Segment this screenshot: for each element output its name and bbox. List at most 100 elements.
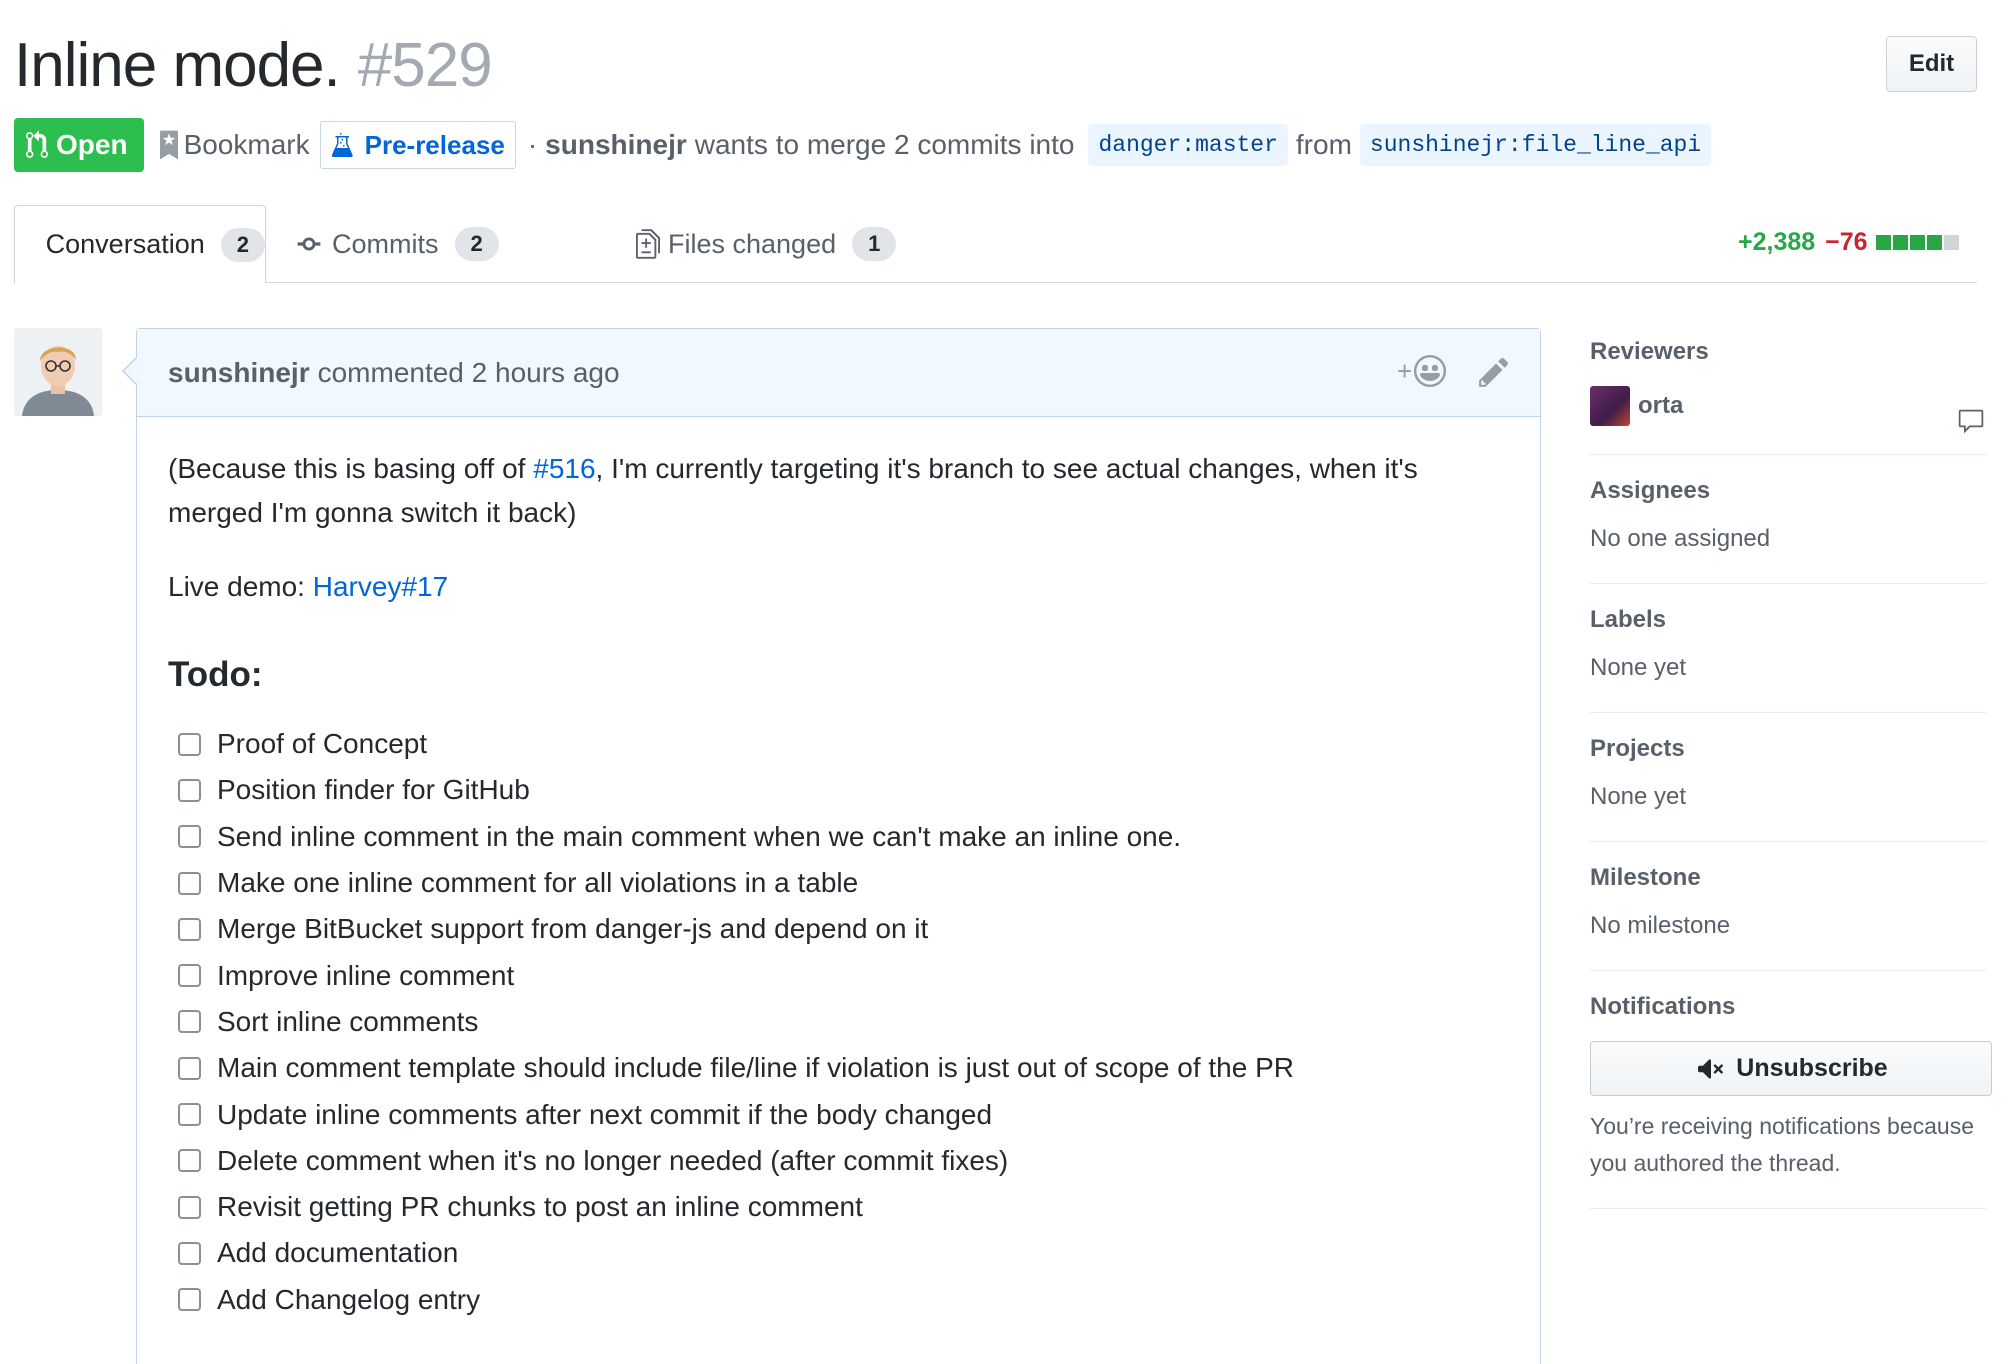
pr-title: Inline mode.: [14, 31, 341, 100]
labels-section: Labels None yet: [1590, 606, 1986, 713]
edit-comment-button[interactable]: [1479, 355, 1509, 396]
task-list-item: Add documentation: [168, 1230, 1509, 1276]
link-516[interactable]: #516: [533, 453, 595, 484]
edit-title-button[interactable]: Edit: [1886, 36, 1977, 92]
tab-commits[interactable]: Commits 2: [294, 205, 499, 283]
task-checkbox[interactable]: [178, 871, 201, 895]
task-checkbox[interactable]: [178, 1288, 201, 1312]
tab-conversation-count: 2: [220, 227, 265, 262]
base-branch[interactable]: danger:master: [1088, 124, 1288, 166]
task-checkbox[interactable]: [178, 1103, 201, 1127]
task-checkbox[interactable]: [178, 1010, 201, 1034]
comment-icon[interactable]: [1956, 408, 1986, 441]
author-avatar[interactable]: [14, 328, 102, 416]
task-checkbox[interactable]: [178, 1056, 201, 1080]
p1-text-before: (Because this is basing off of: [168, 453, 534, 484]
diffstat-blocks: [1875, 235, 1961, 250]
bookmark-label: Bookmark: [183, 129, 310, 160]
assignees-section: Assignees No one assigned: [1590, 477, 1986, 584]
comment-timestamp[interactable]: commented 2 hours ago: [318, 357, 620, 389]
task-checkbox[interactable]: [178, 732, 201, 756]
link-harvey-17[interactable]: Harvey#17: [313, 571, 448, 602]
task-checkbox[interactable]: [178, 1195, 201, 1219]
bookmark-button[interactable]: Bookmark: [159, 129, 310, 161]
comment-discussion-icon: [37, 244, 38, 245]
task-list-item: Main comment template should include fil…: [168, 1045, 1509, 1091]
pr-number: #529: [357, 31, 493, 100]
task-label: Proof of Concept: [217, 728, 428, 760]
comment-box: sunshinejr commented 2 hours ago + (Beca…: [136, 328, 1541, 1364]
task-list: Proof of Concept Position finder for GitH…: [168, 721, 1509, 1323]
task-label: Main comment template should include fil…: [217, 1052, 1295, 1084]
pencil-icon: [1479, 357, 1509, 387]
tab-files-changed[interactable]: Files changed 1: [636, 205, 897, 283]
unsubscribe-button[interactable]: Unsubscribe: [1590, 1041, 1992, 1096]
task-label: Make one inline comment for all violatio…: [217, 867, 859, 899]
task-label: Update inline comments after next commit…: [217, 1098, 993, 1130]
tab-conversation[interactable]: Conversation 2: [14, 205, 266, 284]
diffstat-block: [1892, 235, 1908, 250]
notifications-section: Notifications Unsubscribe You’re receivi…: [1590, 993, 1992, 1209]
comment-arrow-inner: [124, 357, 138, 385]
comment-header: sunshinejr commented 2 hours ago +: [137, 329, 1540, 417]
pr-author-link[interactable]: sunshinejr: [545, 129, 687, 161]
comment-body: (Because this is basing off of #516, I'm…: [137, 417, 1540, 1353]
diffstat-additions: +2,388: [1738, 228, 1816, 256]
diffstat: +2,388 −76: [1738, 228, 1961, 257]
task-list-item: Merge BitBucket support from danger-js a…: [168, 906, 1509, 952]
task-checkbox[interactable]: [178, 1241, 201, 1265]
comment-author[interactable]: sunshinejr: [168, 357, 310, 389]
task-checkbox[interactable]: [178, 917, 201, 941]
state-badge: Open: [14, 118, 144, 172]
task-label: Add documentation: [217, 1237, 459, 1269]
task-label: Merge BitBucket support from danger-js a…: [217, 913, 929, 945]
reviewer-avatar: [1590, 386, 1630, 426]
meta-separator: ·: [527, 129, 538, 160]
task-label: Revisit getting PR chunks to post an inl…: [217, 1191, 863, 1223]
task-list-item: Revisit getting PR chunks to post an inl…: [168, 1184, 1509, 1230]
add-reaction-button[interactable]: +: [1397, 355, 1447, 387]
milestone-value: No milestone: [1590, 912, 1731, 939]
git-pull-request-icon: [26, 130, 48, 158]
task-list-item: Make one inline comment for all violatio…: [168, 860, 1509, 906]
demo-label: Live demo:: [168, 571, 313, 602]
assignees-heading[interactable]: Assignees: [1590, 477, 1986, 505]
labels-heading[interactable]: Labels: [1590, 606, 1986, 634]
reviewers-heading[interactable]: Reviewers: [1590, 338, 1986, 366]
diffstat-block: [1926, 235, 1942, 250]
task-checkbox[interactable]: [178, 825, 201, 849]
tab-commits-label: Commits: [332, 228, 439, 259]
reaction-plus: +: [1397, 355, 1413, 386]
projects-heading[interactable]: Projects: [1590, 735, 1986, 763]
diffstat-block: [1943, 235, 1959, 250]
from-text: from: [1295, 129, 1352, 160]
mute-icon: [1698, 1058, 1724, 1079]
task-label: Position finder for GitHub: [217, 774, 530, 806]
task-checkbox[interactable]: [178, 1149, 201, 1173]
task-checkbox[interactable]: [178, 964, 201, 988]
task-checkbox[interactable]: [178, 778, 201, 802]
task-list-item: Add Changelog entry: [168, 1277, 1509, 1323]
task-label: Add Changelog entry: [217, 1283, 481, 1315]
head-branch[interactable]: sunshinejr:file_line_api: [1359, 124, 1712, 166]
task-list-item: Improve inline comment: [168, 952, 1509, 998]
comment-paragraph-1: (Because this is basing off of #516, I'm…: [168, 447, 1509, 535]
task-label: Send inline comment in the main comment …: [217, 820, 1182, 852]
milestone-section: Milestone No milestone: [1590, 864, 1986, 971]
avatar-image: [14, 328, 102, 416]
label-text: Pre-release: [364, 129, 505, 160]
pr-tabs: Conversation 2 Commits 2 Files changed 1: [14, 205, 1977, 284]
assignees-value: No one assigned: [1590, 525, 1771, 552]
tab-files-count: 1: [852, 227, 897, 261]
pr-title-row: Inline mode. #529: [14, 30, 493, 101]
unsubscribe-label: Unsubscribe: [1736, 1054, 1888, 1082]
task-list-item: Update inline comments after next commit…: [168, 1091, 1509, 1137]
tab-commits-count: 2: [454, 227, 499, 261]
label-pre-release[interactable]: Pre-release: [319, 121, 516, 169]
labels-value: None yet: [1590, 654, 1687, 681]
milestone-heading[interactable]: Milestone: [1590, 864, 1986, 892]
reviewer-item[interactable]: orta: [1590, 386, 1986, 426]
notification-reason: You’re receiving notifications because y…: [1590, 1113, 1975, 1176]
task-list-item: Sort inline comments: [168, 999, 1509, 1045]
projects-section: Projects None yet: [1590, 735, 1986, 842]
